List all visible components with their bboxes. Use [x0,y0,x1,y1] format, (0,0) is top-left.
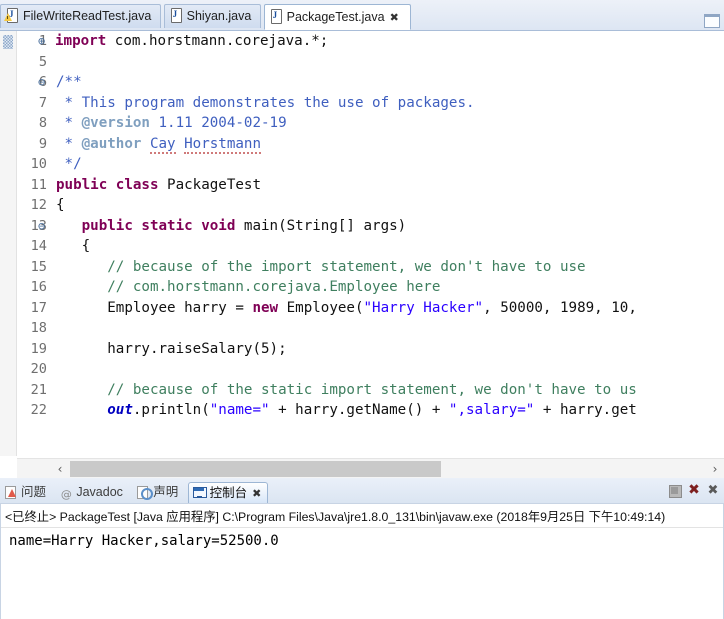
view-tab-label: 问题 [21,485,47,499]
code-line-21: // because of the static import statemen… [107,381,637,398]
console-tab-bar: 问题 @ Javadoc 声明 控制台 ✖ ✖ ✖ [0,478,724,503]
code-line-10: */ [56,156,82,172]
code-line-17: Employee harry = new Employee("Harry Hac… [56,299,637,316]
scrollbar-thumb[interactable] [70,461,441,477]
problems-icon [4,485,18,499]
editor-tab-packagetest[interactable]: J PackageTest.java ✖ [263,4,411,30]
code-line-13: public static void main(String[] args) [81,217,407,234]
java-file-icon: J [169,8,183,23]
remove-all-terminated-button[interactable]: ✖ [685,482,703,499]
code-line-16: // com.horstmann.corejava.Employee here [107,279,441,295]
eclipse-window: J FileWriteReadTest.java J Shiyan.java J… [0,0,724,619]
view-tab-javadoc[interactable]: @ Javadoc [55,482,129,503]
fold-toggle-expand[interactable]: ⊕ [38,31,50,52]
code-line-9: * @author Cay Horstmann [56,135,262,154]
code-line-14: { [56,238,91,254]
view-tab-problems[interactable]: 问题 [0,482,52,503]
editor-tabs: J FileWriteReadTest.java J Shiyan.java J… [0,4,411,30]
editor-marker-ruler[interactable] [0,31,17,456]
remove-launch-button[interactable]: ✖ [704,482,722,499]
view-tab-label: Javadoc [76,485,123,499]
fold-toggle-collapse[interactable]: ⊖ [38,72,50,93]
code-line-22: out.println("name=" + harry.getName() + … [107,402,637,418]
console-toolbar: ✖ ✖ [665,482,722,500]
editor-tab-label: FileWriteReadTest.java [23,9,152,23]
view-tab-console[interactable]: 控制台 ✖ [187,482,269,504]
code-line-6: /** [56,74,82,90]
editor-folding-ruler[interactable]: ⊕ ⊖ ⊖ [38,31,50,456]
scroll-left-icon[interactable]: ‹ [53,462,67,476]
code-line-8: * @version 1.11 2004-02-19 [56,115,287,131]
code-line-1: import com.horstmann.corejava.*; [56,33,329,49]
javadoc-icon: @ [60,488,72,501]
console-icon [192,486,207,499]
editor-tab-bar: J FileWriteReadTest.java J Shiyan.java J… [0,0,724,30]
code-text-area[interactable]: import com.horstmann.corejava.*; /** * T… [56,31,724,456]
view-tab-label: 声明 [153,485,179,499]
editor-body: 1 5 6 7 8 9 10 11 12 13 14 15 16 17 18 1… [0,30,724,479]
editor-tab-label: PackageTest.java [286,10,385,24]
editor-tab-label: Shiyan.java [186,9,252,23]
editor-horizontal-scrollbar[interactable]: ‹ › [17,458,724,479]
declaration-icon [136,485,154,500]
minimize-icon[interactable] [704,14,720,28]
code-line-11: public class PackageTest [56,176,261,193]
code-line-19: harry.raiseSalary(5); [56,340,287,357]
code-line-7: * This program demonstrates the use of p… [56,94,475,111]
console-body[interactable]: <已终止> PackageTest [Java 应用程序] C:\Program… [0,503,724,619]
editor-tab-filewritereadtest[interactable]: J FileWriteReadTest.java [0,4,162,28]
editor-tab-shiyan[interactable]: J Shiyan.java [163,4,262,28]
code-line-15: // because of the import statement, we d… [107,258,586,275]
editor-area: J FileWriteReadTest.java J Shiyan.java J… [0,0,724,479]
view-tab-label: 控制台 [209,486,248,500]
folded-import-marker-icon [3,35,13,49]
terminate-button[interactable] [666,482,684,499]
code-lines: import com.horstmann.corejava.*; /** * T… [56,31,724,421]
scroll-right-icon[interactable]: › [708,462,722,476]
console-view: 问题 @ Javadoc 声明 控制台 ✖ ✖ ✖ <已终止> PackageTest… [0,478,724,619]
java-file-warning-icon: J [4,8,19,23]
java-file-icon: J [269,9,283,24]
code-line-12: { [56,197,65,213]
console-launch-status: <已终止> PackageTest [Java 应用程序] C:\Program… [1,504,723,528]
fold-toggle-collapse[interactable]: ⊖ [38,216,50,237]
view-tab-declaration[interactable]: 声明 [132,482,184,503]
console-output-text: name=Harry Hacker,salary=52500.0 [9,533,279,549]
close-icon[interactable]: ✖ [390,6,401,30]
close-icon[interactable]: ✖ [252,484,261,504]
